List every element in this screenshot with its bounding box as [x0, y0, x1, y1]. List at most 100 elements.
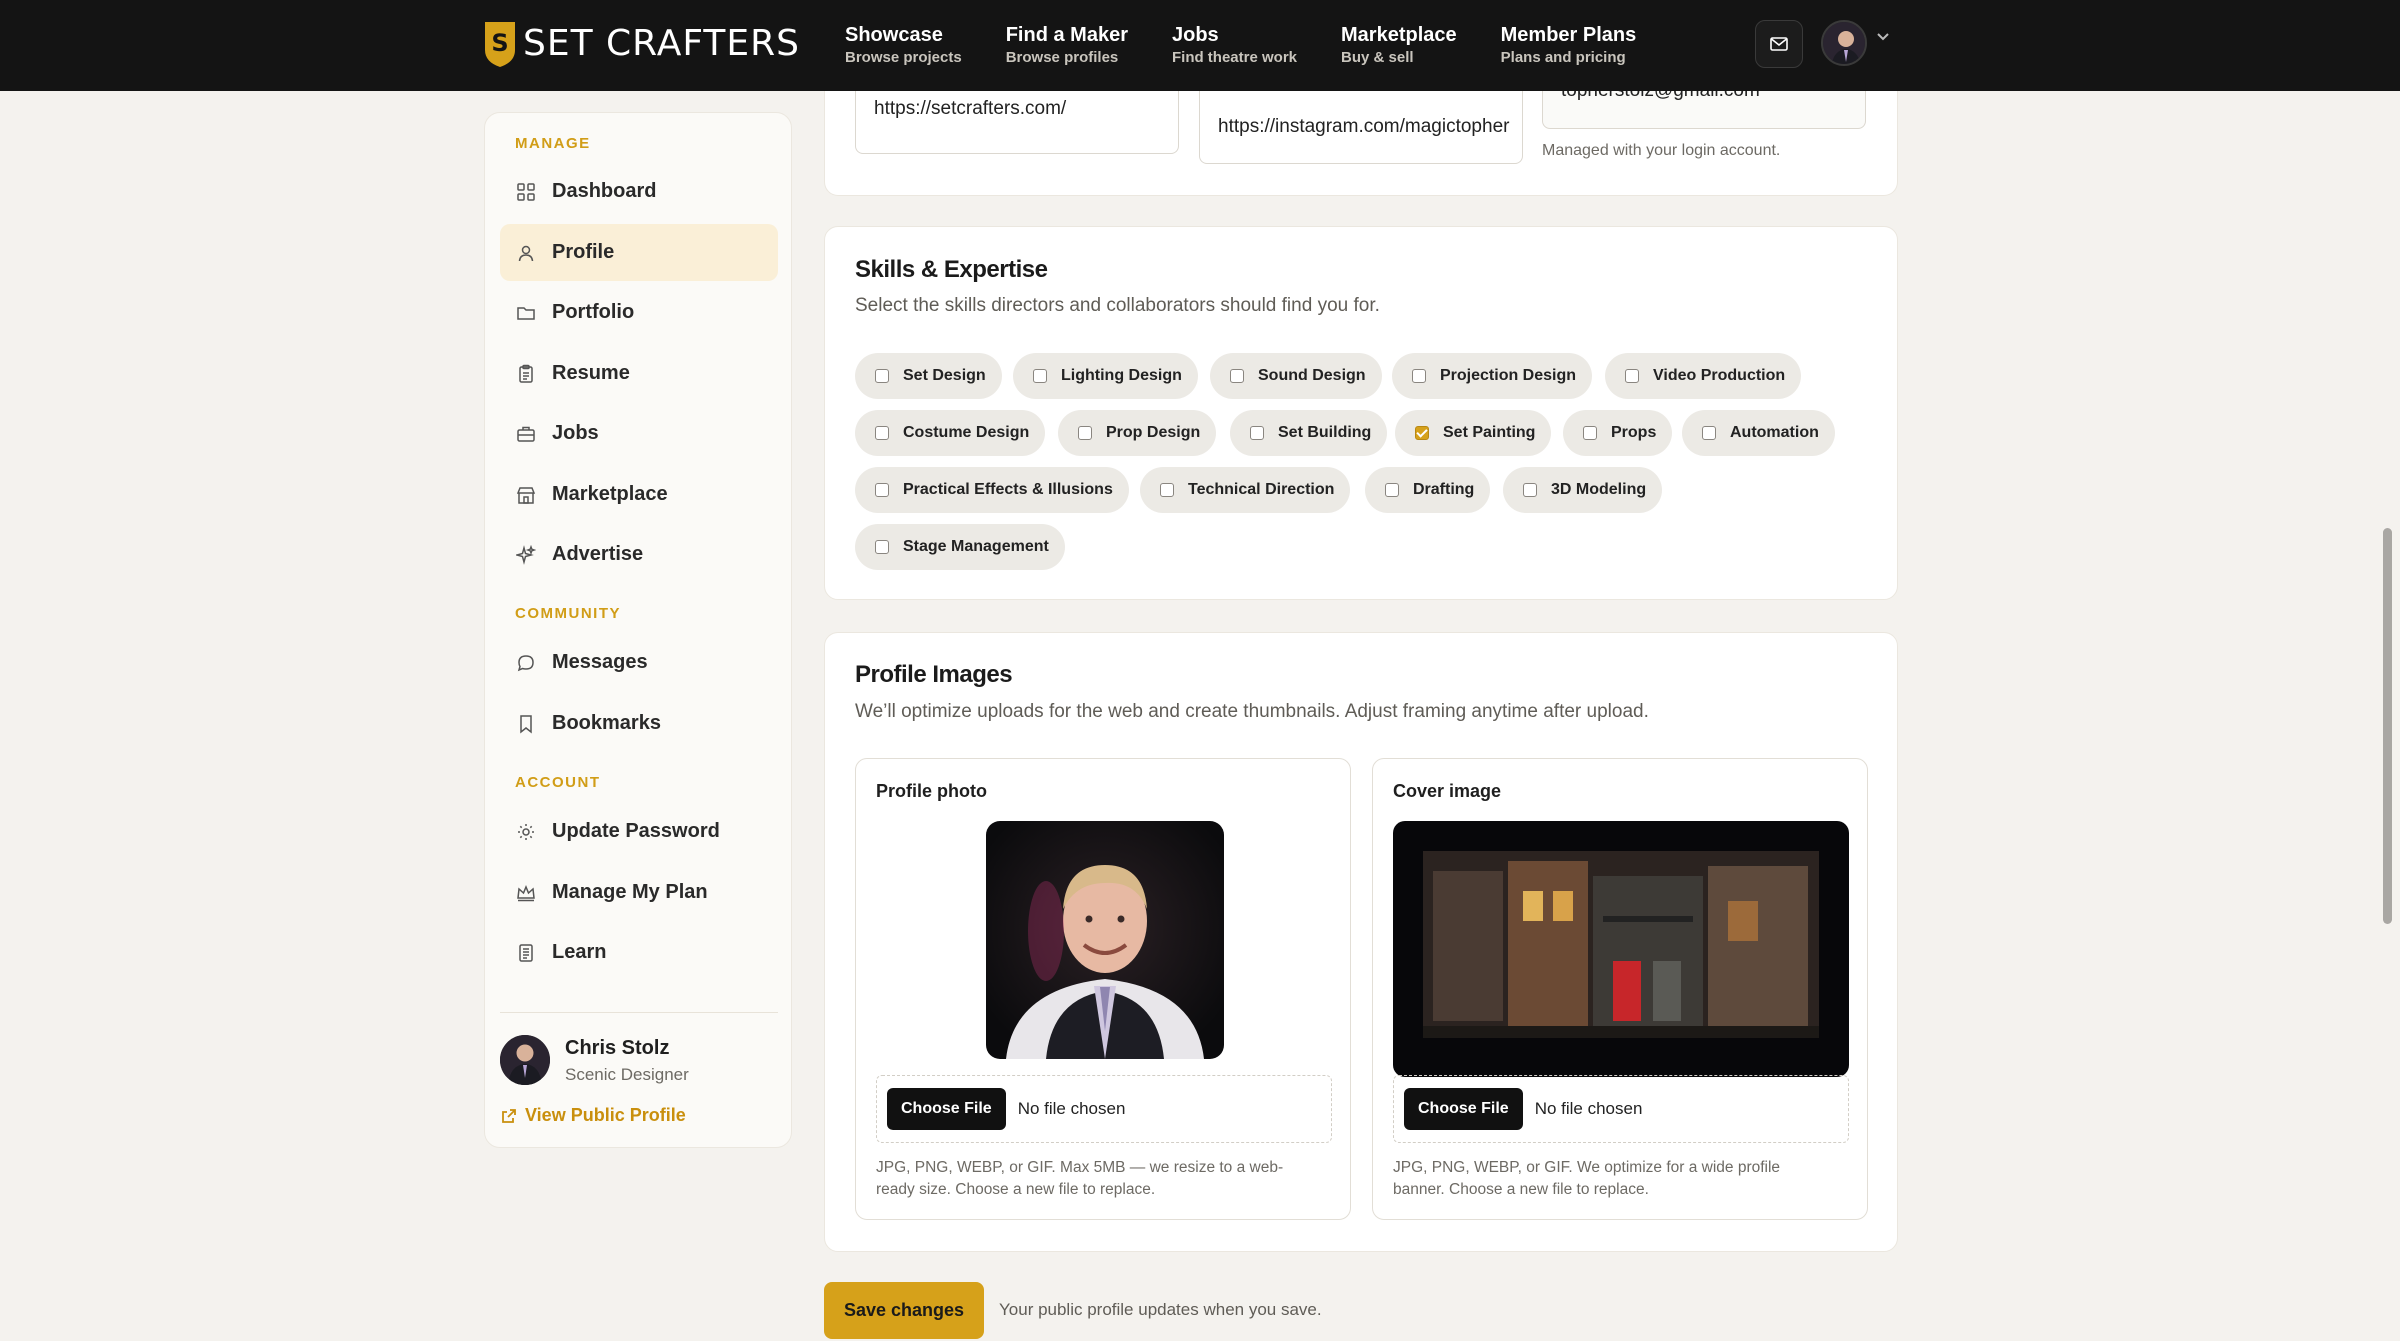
- email-note: Managed with your login account.: [1542, 142, 1781, 159]
- sidebar-item-dashboard[interactable]: Dashboard: [500, 163, 778, 220]
- checkbox[interactable]: [875, 540, 889, 554]
- section-label-account: ACCOUNT: [515, 774, 601, 791]
- sidebar-divider: [500, 1012, 778, 1013]
- user-avatar-menu[interactable]: [1821, 20, 1867, 66]
- sidebar-item-advertise[interactable]: Advertise: [500, 526, 778, 583]
- skill-chip-technical-direction[interactable]: Technical Direction: [1140, 467, 1351, 513]
- shield-logo-icon: S: [485, 22, 515, 67]
- sidebar-item-jobs[interactable]: Jobs: [500, 405, 778, 462]
- sidebar-item-bookmarks[interactable]: Bookmarks: [500, 695, 778, 752]
- checkbox[interactable]: [1583, 426, 1597, 440]
- skill-chip-video-production[interactable]: Video Production: [1605, 353, 1802, 399]
- nav-showcase[interactable]: Showcase Browse projects: [845, 22, 962, 68]
- book-icon: [519, 943, 533, 962]
- skill-chip-prop-design[interactable]: Prop Design: [1058, 410, 1217, 456]
- skill-chip-stage-management[interactable]: Stage Management: [855, 524, 1065, 570]
- skill-chip-practical-effects[interactable]: Practical Effects & Illusions: [855, 467, 1129, 513]
- nav-find-a-maker[interactable]: Find a Maker Browse profiles: [1006, 22, 1128, 68]
- skill-chip-lighting-design[interactable]: Lighting Design: [1013, 353, 1198, 399]
- sun-icon: [518, 823, 534, 840]
- skill-chip-set-painting[interactable]: Set Painting: [1395, 410, 1552, 456]
- skill-chip-set-building[interactable]: Set Building: [1230, 410, 1388, 456]
- file-status: No file chosen: [1534, 1099, 1643, 1118]
- svg-text:S: S: [491, 29, 508, 57]
- briefcase-icon: [517, 426, 535, 442]
- cover-image-file-input[interactable]: Choose File No file chosen: [1393, 1075, 1849, 1143]
- chat-icon: [517, 654, 534, 671]
- logo[interactable]: S SET CRAFTERS: [483, 20, 800, 68]
- skill-chip-projection-design[interactable]: Projection Design: [1392, 353, 1593, 399]
- top-navbar: S SET CRAFTERS Showcase Browse projects F…: [0, 0, 2400, 91]
- avatar-image: [500, 1035, 550, 1085]
- folder-icon: [517, 306, 535, 320]
- external-link-icon: [502, 1108, 516, 1123]
- cover-image-title: Cover image: [1393, 781, 1502, 801]
- profile-photo-preview: [986, 821, 1224, 1059]
- profile-photo-file-input[interactable]: Choose File No file chosen: [876, 1075, 1332, 1143]
- skills-card: Skills & Expertise Select the skills dir…: [824, 226, 1898, 600]
- mail-icon: [1770, 37, 1788, 51]
- sidebar-item-manage-my-plan[interactable]: Manage My Plan: [500, 864, 778, 921]
- sidebar-item-profile[interactable]: Profile: [500, 224, 778, 281]
- cover-image-preview: [1393, 821, 1849, 1077]
- skill-chip-drafting[interactable]: Drafting: [1365, 467, 1491, 513]
- checkbox[interactable]: [1078, 426, 1092, 440]
- page-scrollbar[interactable]: [2383, 528, 2392, 924]
- sidebar-item-learn[interactable]: Learn: [500, 924, 778, 981]
- checkbox[interactable]: [1702, 426, 1716, 440]
- skill-chip-automation[interactable]: Automation: [1682, 410, 1835, 456]
- nav-member-plans[interactable]: Member Plans Plans and pricing: [1501, 22, 1637, 68]
- crown-icon: [517, 884, 535, 901]
- save-changes-button[interactable]: Save changes: [824, 1282, 984, 1339]
- messages-button[interactable]: [1755, 20, 1803, 68]
- cover-image-panel: Cover image Choose File No file chosen J…: [1372, 758, 1868, 1220]
- sidebar-item-marketplace[interactable]: Marketplace: [500, 466, 778, 523]
- nav-marketplace[interactable]: Marketplace Buy & sell: [1341, 22, 1457, 68]
- profile-images-card: Profile Images We’ll optimize uploads fo…: [824, 632, 1898, 1252]
- checkbox[interactable]: [1033, 369, 1047, 383]
- profile-images-subtitle: We’ll optimize uploads for the web and c…: [855, 701, 1649, 722]
- skill-chip-sound-design[interactable]: Sound Design: [1210, 353, 1382, 399]
- avatar-image: [1823, 22, 1865, 64]
- main-nav: Showcase Browse projects Find a Maker Brow…: [845, 22, 1636, 68]
- user-role: Scenic Designer: [565, 1065, 689, 1084]
- file-status: No file chosen: [1017, 1099, 1126, 1118]
- choose-file-button[interactable]: Choose File: [1404, 1088, 1523, 1130]
- skill-chip-3d-modeling[interactable]: 3D Modeling: [1503, 467, 1663, 513]
- checkbox[interactable]: [1523, 483, 1537, 497]
- store-icon: [516, 486, 536, 504]
- bookmark-icon: [520, 714, 532, 734]
- skill-chip-props[interactable]: Props: [1563, 410, 1673, 456]
- skills-subtitle: Select the skills directors and collabor…: [855, 295, 1380, 316]
- chevron-down-icon[interactable]: [1876, 32, 1890, 42]
- checkbox[interactable]: [1230, 369, 1244, 383]
- checkbox[interactable]: [1412, 369, 1426, 383]
- skills-title: Skills & Expertise: [855, 256, 1048, 283]
- sidebar-item-resume[interactable]: Resume: [500, 345, 778, 402]
- skill-chip-costume-design[interactable]: Costume Design: [855, 410, 1046, 456]
- sidebar-item-portfolio[interactable]: Portfolio: [500, 284, 778, 341]
- grid-icon: [517, 182, 535, 201]
- checkbox[interactable]: [1625, 369, 1639, 383]
- checkbox[interactable]: [875, 426, 889, 440]
- section-label-manage: MANAGE: [515, 135, 591, 152]
- skill-chip-set-design[interactable]: Set Design: [855, 353, 1002, 399]
- clipboard-icon: [519, 364, 533, 383]
- user-avatar: [500, 1035, 550, 1085]
- nav-jobs[interactable]: Jobs Find theatre work: [1172, 22, 1297, 68]
- checkbox[interactable]: [1250, 426, 1264, 440]
- checkbox[interactable]: [875, 369, 889, 383]
- sidebar-item-update-password[interactable]: Update Password: [500, 803, 778, 860]
- view-public-profile-link[interactable]: View Public Profile: [501, 1105, 686, 1126]
- checkbox-checked[interactable]: [1415, 426, 1429, 440]
- choose-file-button[interactable]: Choose File: [887, 1088, 1006, 1130]
- checkbox[interactable]: [1160, 483, 1174, 497]
- sidebar-item-messages[interactable]: Messages: [500, 634, 778, 691]
- checkbox[interactable]: [1385, 483, 1399, 497]
- section-label-community: COMMUNITY: [515, 605, 621, 622]
- checkbox[interactable]: [875, 483, 889, 497]
- save-note: Your public profile updates when you sav…: [999, 1300, 1322, 1319]
- brand-name: SET CRAFTERS: [523, 23, 801, 64]
- user-icon: [518, 245, 534, 261]
- profile-photo-help: JPG, PNG, WEBP, or GIF. Max 5MB — we res…: [876, 1159, 1284, 1198]
